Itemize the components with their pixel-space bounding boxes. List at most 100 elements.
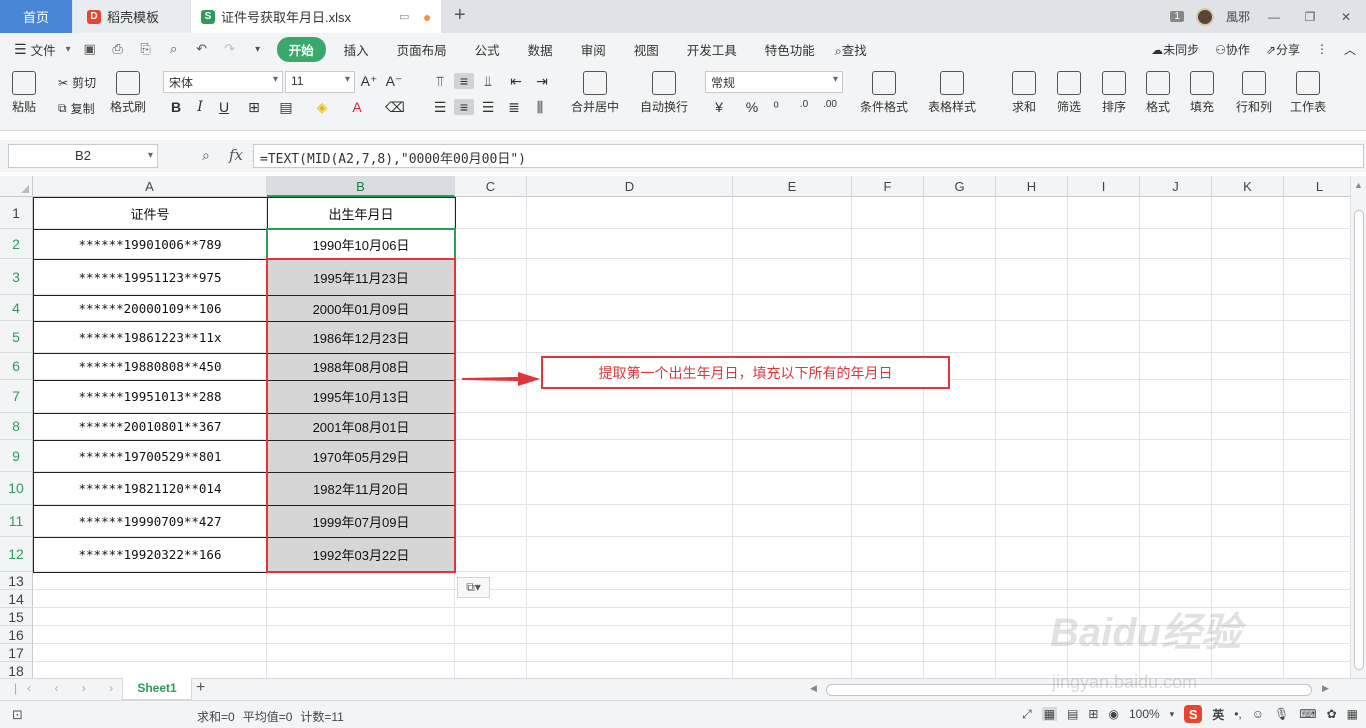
row-header-6[interactable]: 6 xyxy=(0,353,33,380)
tab-review[interactable]: 审阅 xyxy=(571,40,616,59)
normal-view-icon[interactable]: ▦ xyxy=(1041,707,1058,721)
tab-home-ribbon[interactable]: 开始 xyxy=(276,36,326,62)
row-header-1[interactable]: 1 xyxy=(0,197,33,229)
collapse-ribbon-icon[interactable]: ︿ xyxy=(1344,41,1356,58)
align-left-icon[interactable]: ☰ xyxy=(430,99,450,116)
fill-pattern-icon[interactable]: ▤ xyxy=(276,99,296,116)
vertical-scrollbar[interactable]: ▲ xyxy=(1350,176,1366,678)
column-header-l[interactable]: L xyxy=(1284,176,1350,197)
justify-icon[interactable]: ≣ xyxy=(504,99,524,116)
tab-insert[interactable]: 插入 xyxy=(334,40,379,59)
format-button[interactable]: 格式 xyxy=(1146,71,1170,115)
italic-icon[interactable]: I xyxy=(190,99,210,115)
avatar[interactable] xyxy=(1195,7,1214,26)
indent-decrease-icon[interactable]: ⇤ xyxy=(506,73,526,90)
name-box[interactable]: B2 xyxy=(8,144,158,168)
more-icon[interactable]: ⋮ xyxy=(1316,42,1328,56)
fill-button[interactable]: 填充 xyxy=(1190,71,1214,115)
row-header-18[interactable]: 18 xyxy=(0,662,33,678)
zoom-formula-icon[interactable]: ⌕ xyxy=(202,147,210,164)
comma-icon[interactable]: ⁰ xyxy=(766,99,786,116)
align-center-icon[interactable]: ≡ xyxy=(454,99,474,115)
row-header-11[interactable]: 11 xyxy=(0,505,33,537)
column-header-b[interactable]: B xyxy=(267,176,455,197)
sheet-nav-arrows-icon[interactable]: |‹ ‹ › ›| xyxy=(14,681,136,695)
column-header-g[interactable]: G xyxy=(924,176,996,197)
print-preview-icon[interactable]: ⌕ xyxy=(165,41,183,57)
ime-mode[interactable]: 英 xyxy=(1212,706,1224,723)
skin-icon[interactable]: ✿ xyxy=(1327,707,1337,721)
sort-button[interactable]: 排序 xyxy=(1102,71,1126,115)
font-name-select[interactable]: 宋体 xyxy=(163,71,283,93)
row-header-14[interactable]: 14 xyxy=(0,590,33,608)
align-top-icon[interactable]: ⫪ xyxy=(430,73,450,90)
number-format-select[interactable]: 常规 xyxy=(705,71,843,93)
paste-button[interactable]: 粘贴 xyxy=(12,71,36,115)
tab-template[interactable]: D 稻壳模板 xyxy=(73,0,190,33)
underline-icon[interactable]: U xyxy=(214,99,234,115)
indent-increase-icon[interactable]: ⇥ xyxy=(532,73,552,90)
restore-button[interactable]: ❐ xyxy=(1298,10,1322,24)
page-layout-icon[interactable]: ⊞ xyxy=(1088,707,1098,721)
page-break-icon[interactable]: ▤ xyxy=(1067,707,1078,721)
row-header-5[interactable]: 5 xyxy=(0,321,33,353)
chevron-down-icon[interactable]: ▾ xyxy=(1170,709,1175,720)
search-button[interactable]: ⌕查找 xyxy=(825,40,877,59)
undo-icon[interactable]: ↶ xyxy=(193,41,211,57)
tab-page-layout[interactable]: 页面布局 xyxy=(387,40,457,59)
align-middle-icon[interactable]: ≡ xyxy=(454,73,474,89)
currency-icon[interactable]: ¥ xyxy=(709,99,729,115)
microphone-icon[interactable]: 🎙 xyxy=(1274,707,1289,721)
table-style-button[interactable]: 表格样式 xyxy=(928,71,976,115)
format-painter-button[interactable]: 格式刷 xyxy=(110,71,146,115)
distribute-icon[interactable]: ⫼ xyxy=(530,99,550,116)
sheet-tab-sheet1[interactable]: Sheet1 xyxy=(122,678,192,700)
active-cell-b2[interactable] xyxy=(266,228,456,260)
redo-icon[interactable]: ↷ xyxy=(221,41,239,57)
user-name[interactable]: 風邪 xyxy=(1226,8,1250,25)
row-header-13[interactable]: 13 xyxy=(0,572,33,590)
row-header-17[interactable]: 17 xyxy=(0,644,33,662)
toolbox-icon[interactable]: ▦ xyxy=(1347,707,1358,721)
cut-button[interactable]: ✂ 剪切 xyxy=(58,74,96,91)
window-count-badge[interactable]: 1 xyxy=(1170,11,1184,22)
emoji-icon[interactable]: ☺ xyxy=(1252,707,1264,721)
vertical-scroll-thumb[interactable] xyxy=(1354,210,1364,670)
select-all-corner[interactable] xyxy=(0,176,33,197)
column-header-c[interactable]: C xyxy=(455,176,527,197)
column-header-f[interactable]: F xyxy=(852,176,924,197)
add-sheet-button[interactable]: + xyxy=(196,679,205,697)
font-grow-icon[interactable]: A⁺ xyxy=(359,73,379,90)
row-header-3[interactable]: 3 xyxy=(0,259,33,295)
sync-button[interactable]: ☁未同步 xyxy=(1151,41,1199,58)
keyboard-icon[interactable]: ⌨ xyxy=(1299,707,1316,721)
column-header-e[interactable]: E xyxy=(733,176,852,197)
font-shrink-icon[interactable]: A⁻ xyxy=(384,73,404,90)
save-icon[interactable]: ▣ xyxy=(81,41,99,57)
clear-icon[interactable]: ⌫ xyxy=(385,99,405,116)
font-color-icon[interactable]: A xyxy=(347,99,367,115)
font-size-select[interactable]: 11 xyxy=(285,71,355,93)
punctuation-icon[interactable]: •, xyxy=(1234,707,1242,721)
rowcol-button[interactable]: 行和列 xyxy=(1236,71,1272,115)
hamburger-icon[interactable]: ☰ xyxy=(14,41,27,58)
chevron-down-icon[interactable]: ▾ xyxy=(66,44,71,55)
monitor-icon[interactable]: ▭ xyxy=(399,10,409,23)
row-header-4[interactable]: 4 xyxy=(0,295,33,321)
file-menu[interactable]: 文件 xyxy=(31,40,56,59)
merge-center-button[interactable]: 合并居中 xyxy=(571,71,619,115)
zoom-level[interactable]: 100% xyxy=(1129,707,1160,721)
scroll-right-icon[interactable]: ▶ xyxy=(1322,683,1329,694)
formula-input[interactable]: =TEXT(MID(A2,7,8),"0000年00月00日") xyxy=(253,144,1364,168)
percent-icon[interactable]: % xyxy=(742,99,762,115)
tab-developer[interactable]: 开发工具 xyxy=(677,40,747,59)
scroll-up-icon[interactable]: ▲ xyxy=(1354,180,1363,190)
wrap-text-button[interactable]: 自动换行 xyxy=(640,71,688,115)
new-tab-button[interactable]: + xyxy=(454,4,466,27)
row-header-15[interactable]: 15 xyxy=(0,608,33,626)
fill-color-icon[interactable]: ◈ xyxy=(312,99,332,116)
scroll-left-icon[interactable]: ◀ xyxy=(810,683,817,694)
fullscreen-icon[interactable]: ⤢ xyxy=(1022,707,1032,722)
worksheet-button[interactable]: 工作表 xyxy=(1290,71,1326,115)
fx-icon[interactable]: fx xyxy=(229,146,243,164)
